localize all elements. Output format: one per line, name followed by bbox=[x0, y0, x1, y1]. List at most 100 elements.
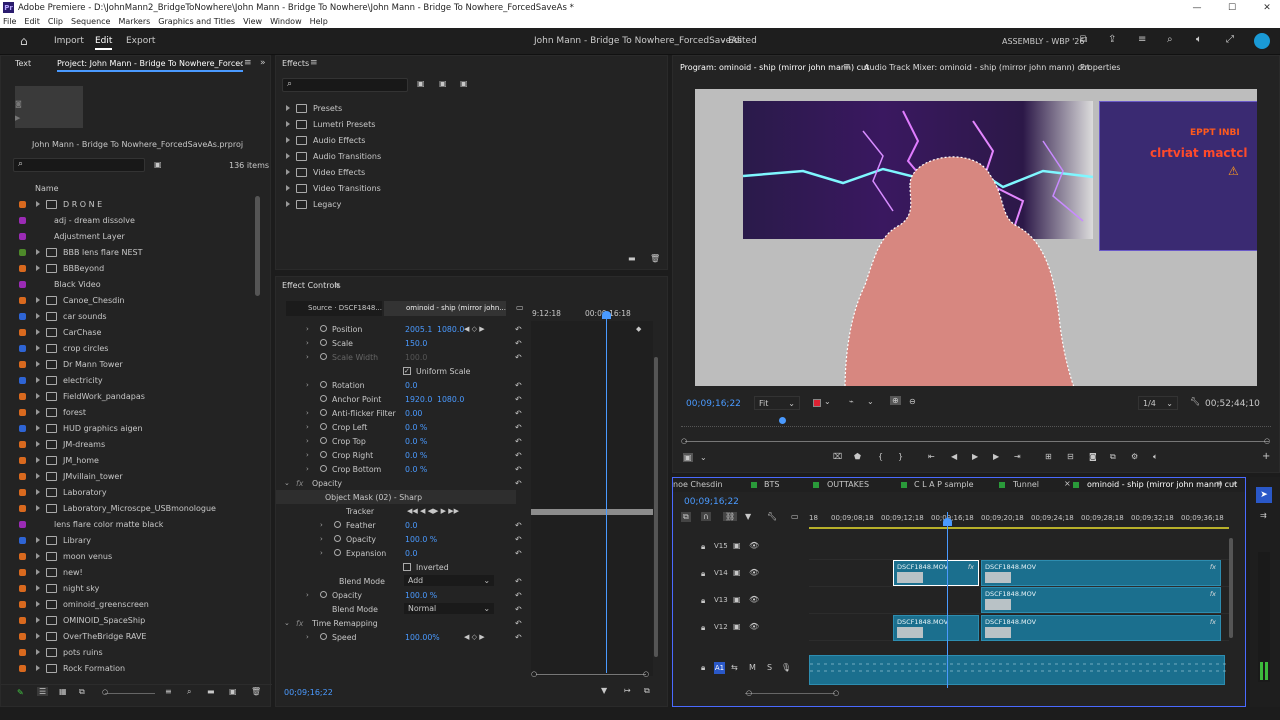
project-item[interactable]: Rock Formation bbox=[1, 660, 257, 676]
expand-triangle-icon[interactable]: › bbox=[306, 353, 309, 361]
trash-icon[interactable]: 🗑︎ bbox=[650, 254, 660, 263]
ec-zoom-bar[interactable] bbox=[536, 674, 646, 675]
mark-in-icon[interactable]: { bbox=[878, 452, 883, 461]
property-value[interactable]: 100.0 % bbox=[405, 535, 437, 544]
property-value-2[interactable]: 1080.0 bbox=[437, 395, 464, 404]
expand-triangle-icon[interactable] bbox=[36, 329, 40, 335]
source-clip-tab[interactable]: Source · DSCF1848... bbox=[286, 301, 382, 316]
clip-v13[interactable]: DSCF1848.MOV fx bbox=[981, 587, 1221, 613]
edit-tab[interactable]: Edit bbox=[95, 36, 113, 50]
reset-icon[interactable]: ↶ bbox=[515, 395, 522, 404]
effects-folder[interactable]: Audio Transitions bbox=[276, 148, 656, 164]
effect-property-row[interactable]: Blend Mode Normal ⌄ ↶ bbox=[276, 602, 522, 616]
project-item[interactable]: Laboratory_Microscpe_USBmonologue bbox=[1, 500, 257, 516]
text-tab[interactable]: Text bbox=[15, 59, 31, 68]
menu-graphics[interactable]: Graphics and Titles bbox=[158, 17, 235, 26]
property-value[interactable]: 0.00 bbox=[405, 409, 422, 418]
nest-icon[interactable]: ⧉ bbox=[681, 512, 691, 522]
label-color-swatch[interactable] bbox=[19, 568, 26, 576]
a1-track-target[interactable]: A1 bbox=[714, 662, 725, 674]
expand-triangle-icon[interactable] bbox=[286, 201, 290, 207]
effect-property-row[interactable]: › Feather 0.0 ↶ bbox=[276, 518, 522, 532]
project-item[interactable]: forest bbox=[1, 404, 257, 420]
seq-tab-outtakes[interactable]: OUTTAKES bbox=[827, 480, 869, 489]
label-color-swatch[interactable] bbox=[19, 376, 26, 384]
program-scrub-bar[interactable] bbox=[685, 441, 1269, 442]
minimize-icon[interactable]: — bbox=[1177, 0, 1217, 15]
property-value[interactable]: 0.0 % bbox=[405, 437, 427, 446]
sync-lock-icon[interactable]: ▣ bbox=[733, 622, 741, 631]
effect-property-row[interactable]: ⌄ fx Time Remapping ↶ bbox=[276, 616, 522, 630]
label-color-swatch[interactable] bbox=[19, 440, 26, 448]
stopwatch-icon[interactable] bbox=[320, 591, 327, 598]
project-item[interactable]: Laboratory bbox=[1, 484, 257, 500]
find-icon[interactable]: ⌕ bbox=[187, 687, 191, 697]
program-mini-ruler[interactable] bbox=[681, 419, 1271, 427]
timeline-playhead-handle[interactable] bbox=[943, 518, 952, 526]
sync-lock-icon[interactable]: ▣ bbox=[733, 568, 741, 577]
panel-menu-icon[interactable]: ≡ bbox=[334, 281, 340, 289]
collapse-triangle-icon[interactable]: ⌄ bbox=[284, 619, 290, 627]
maximize-icon[interactable]: ☐ bbox=[1212, 0, 1252, 15]
expand-panel-icon[interactable]: » bbox=[1232, 479, 1237, 488]
quality-dropdown[interactable]: 1/4 ⌄ bbox=[1138, 396, 1178, 410]
menu-edit[interactable]: Edit bbox=[24, 17, 40, 26]
label-color-swatch[interactable] bbox=[19, 328, 26, 336]
program-tab[interactable]: Program: ominoid - ship (mirror john man… bbox=[680, 63, 869, 72]
label-color-swatch[interactable] bbox=[19, 584, 26, 592]
expand-triangle-icon[interactable] bbox=[36, 537, 40, 543]
solo-icon[interactable]: S bbox=[767, 663, 772, 672]
reset-icon[interactable]: ↶ bbox=[515, 549, 522, 558]
go-to-in-icon[interactable]: ⇤ bbox=[928, 452, 935, 461]
expand-triangle-icon[interactable] bbox=[36, 393, 40, 399]
lift-icon[interactable]: ⌧ bbox=[833, 452, 842, 461]
export-tab[interactable]: Export bbox=[126, 36, 155, 46]
effects-folder[interactable]: Video Transitions bbox=[276, 180, 656, 196]
timeline-scrollbar[interactable] bbox=[1229, 538, 1233, 638]
properties-tab[interactable]: Properties bbox=[1080, 63, 1120, 72]
reset-icon[interactable]: ↶ bbox=[515, 465, 522, 474]
work-area-bar[interactable] bbox=[809, 527, 1229, 529]
label-color-swatch[interactable] bbox=[19, 392, 26, 400]
menu-sequence[interactable]: Sequence bbox=[71, 17, 110, 26]
project-item[interactable]: Adjustment Layer bbox=[1, 228, 257, 244]
stopwatch-icon[interactable] bbox=[334, 549, 341, 556]
fullscreen-icon[interactable]: ⤢ bbox=[1226, 34, 1234, 45]
panel-menu-icon[interactable]: ≡ bbox=[1216, 479, 1223, 488]
label-color-swatch[interactable] bbox=[19, 360, 26, 368]
settings-icon[interactable]: ▣ bbox=[683, 453, 693, 462]
export-frame-icon[interactable]: ↦ bbox=[624, 686, 631, 695]
expand-triangle-icon[interactable] bbox=[36, 265, 40, 271]
freeform-view-icon[interactable]: ⧉ bbox=[79, 687, 85, 697]
eye-icon[interactable]: 👁︎ bbox=[749, 541, 759, 550]
effect-property-row[interactable]: Anchor Point 1920.0 1080.0 ↶ bbox=[276, 392, 522, 406]
close-tab-icon[interactable]: × bbox=[1064, 479, 1071, 488]
project-item[interactable]: OMINOID_SpaceShip bbox=[1, 612, 257, 628]
project-item[interactable]: D R O N E bbox=[1, 196, 257, 212]
chevron-down-icon[interactable]: ⌄ bbox=[824, 397, 831, 406]
audio-clip-a1[interactable] bbox=[809, 655, 1226, 685]
expand-triangle-icon[interactable] bbox=[286, 137, 290, 143]
expand-triangle-icon[interactable] bbox=[286, 121, 290, 127]
label-color-swatch[interactable] bbox=[19, 456, 26, 464]
menu-view[interactable]: View bbox=[243, 17, 262, 26]
stopwatch-icon[interactable] bbox=[334, 535, 341, 542]
expand-triangle-icon[interactable] bbox=[36, 377, 40, 383]
snap-icon[interactable]: ∩ bbox=[701, 512, 711, 521]
stopwatch-icon[interactable] bbox=[320, 409, 327, 416]
label-color-swatch[interactable] bbox=[19, 664, 26, 672]
expand-triangle-icon[interactable]: › bbox=[306, 633, 309, 641]
mask-color-swatch[interactable] bbox=[813, 399, 821, 407]
project-item[interactable]: HUD graphics aigen bbox=[1, 420, 257, 436]
expand-triangle-icon[interactable] bbox=[36, 361, 40, 367]
new-item-icon[interactable]: ▣ bbox=[229, 687, 237, 696]
label-color-swatch[interactable] bbox=[19, 472, 26, 480]
reset-icon[interactable]: ↶ bbox=[515, 591, 522, 600]
name-column-header[interactable]: Name bbox=[35, 184, 59, 193]
zoom-slider[interactable] bbox=[105, 693, 155, 694]
menu-clip[interactable]: Clip bbox=[48, 17, 63, 26]
program-timecode[interactable]: 00;09;16;22 bbox=[686, 399, 741, 409]
effect-property-row[interactable]: › Position 2005.1 1080.0 ◀ ◇ ▶ ↶ bbox=[276, 322, 522, 336]
seq-tab-clap[interactable]: C L A P sample bbox=[914, 480, 974, 489]
effect-property-row[interactable]: › Anti-flicker Filter 0.00 ↶ bbox=[276, 406, 522, 420]
